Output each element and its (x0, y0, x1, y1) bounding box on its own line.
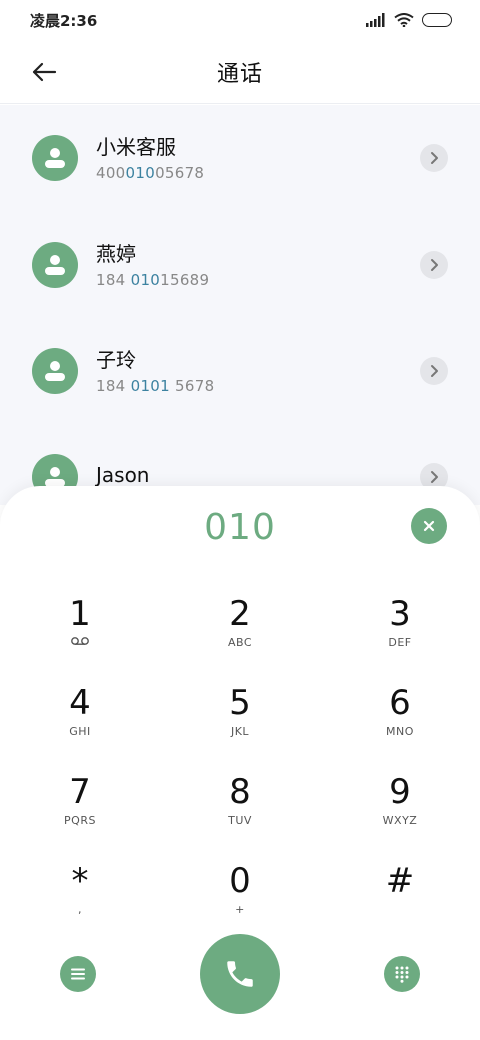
dialpad-icon (395, 966, 409, 983)
person-icon (45, 148, 65, 168)
key-digit: 9 (389, 772, 411, 812)
key-digit: 3 (389, 594, 411, 634)
key-letters: ABC (227, 636, 253, 649)
key-7[interactable]: 7 PQRS (20, 772, 140, 852)
key-digit: 7 (69, 772, 91, 812)
key-digit: 0 (229, 861, 251, 901)
contact-detail-button[interactable] (420, 357, 448, 385)
status-icons (366, 13, 452, 27)
key-digit: 6 (389, 683, 411, 723)
contact-number: 40001005678 (96, 164, 205, 182)
contact-detail-button[interactable] (420, 251, 448, 279)
key-1[interactable]: 1 (20, 594, 140, 674)
key-letters: GHI (69, 725, 91, 738)
key-9[interactable]: 9 WXYZ (340, 772, 460, 852)
contact-name: 小米客服 (96, 135, 176, 159)
header: 通话 (0, 40, 480, 104)
contact-list[interactable]: 小米客服 40001005678 燕婷 184 01015689 子玲 184 … (0, 105, 480, 505)
key-letters: PQRS (64, 814, 96, 827)
key-digit: 8 (229, 772, 251, 812)
contact-text: 燕婷 184 01015689 (96, 241, 420, 289)
dialer-panel: 010 1 2 ABC 3 DEF 4 GHI 5 JKL 6 MNO 7 PQ… (0, 486, 480, 1040)
key-8[interactable]: 8 TUV (180, 772, 300, 852)
key-letters: JKL (230, 725, 250, 738)
battery-icon (422, 13, 452, 27)
key-letters: WXYZ (382, 814, 418, 827)
avatar (32, 135, 78, 181)
dial-input[interactable]: 010 (0, 504, 480, 552)
key-digit: # (385, 861, 415, 901)
dialer-bottom-bar (0, 932, 480, 1022)
key-digit: * (71, 861, 89, 901)
wifi-icon (394, 13, 414, 27)
chevron-right-icon (431, 365, 438, 377)
menu-icon (71, 968, 85, 980)
contact-name: Jason (96, 463, 150, 487)
key-2[interactable]: 2 ABC (180, 594, 300, 674)
avatar (32, 242, 78, 288)
key-0[interactable]: 0 + (180, 861, 300, 941)
key-digit: 5 (229, 683, 251, 723)
number-match-highlight: 010 (125, 164, 156, 182)
back-button[interactable] (28, 56, 60, 88)
key-4[interactable]: 4 GHI (20, 683, 140, 763)
contact-number: 184 01015689 (96, 271, 210, 289)
contact-name: 子玲 (96, 348, 136, 372)
person-icon (45, 361, 65, 381)
key-3[interactable]: 3 DEF (340, 594, 460, 674)
person-icon (45, 255, 65, 275)
chevron-right-icon (431, 471, 438, 483)
key-digit: 4 (69, 683, 91, 723)
key-letters: TUV (228, 814, 252, 827)
key-digit: 2 (229, 594, 251, 634)
chevron-right-icon (431, 152, 438, 164)
status-bar: 凌晨2:36 (0, 0, 480, 40)
avatar (32, 348, 78, 394)
key-5[interactable]: 5 JKL (180, 683, 300, 763)
contact-text: 小米客服 40001005678 (96, 134, 420, 182)
call-button[interactable] (200, 934, 280, 1014)
arrow-left-icon (32, 62, 57, 82)
key-letters: DEF (388, 636, 412, 649)
key-hash[interactable]: # (340, 861, 460, 941)
key-letters: , (78, 903, 82, 916)
number-match-highlight: 010 (130, 271, 161, 289)
signal-icon (366, 13, 385, 27)
voicemail-icon (71, 637, 89, 645)
number-match-highlight: 0101 (130, 377, 170, 395)
phone-icon (227, 961, 253, 987)
key-star[interactable]: * , (20, 861, 140, 941)
contact-text: 子玲 184 0101 5678 (96, 347, 420, 395)
close-icon (423, 520, 435, 532)
contact-name: 燕婷 (96, 242, 136, 266)
contact-item[interactable]: 燕婷 184 01015689 (0, 212, 480, 318)
clear-button[interactable] (411, 508, 447, 544)
contact-item[interactable]: 小米客服 40001005678 (0, 105, 480, 211)
menu-button[interactable] (60, 956, 96, 992)
chevron-right-icon (431, 259, 438, 271)
key-letters (340, 903, 460, 917)
key-6[interactable]: 6 MNO (340, 683, 460, 763)
key-letters: MNO (386, 725, 414, 738)
contact-detail-button[interactable] (420, 144, 448, 172)
page-title: 通话 (216, 61, 263, 87)
key-letters: + (235, 903, 245, 916)
status-time: 凌晨2:36 (30, 11, 98, 30)
dialpad-toggle-button[interactable] (384, 956, 420, 992)
contact-number: 184 0101 5678 (96, 377, 215, 395)
key-digit: 1 (69, 594, 91, 634)
key-letters (20, 636, 140, 650)
contact-item[interactable]: 子玲 184 0101 5678 (0, 318, 480, 424)
